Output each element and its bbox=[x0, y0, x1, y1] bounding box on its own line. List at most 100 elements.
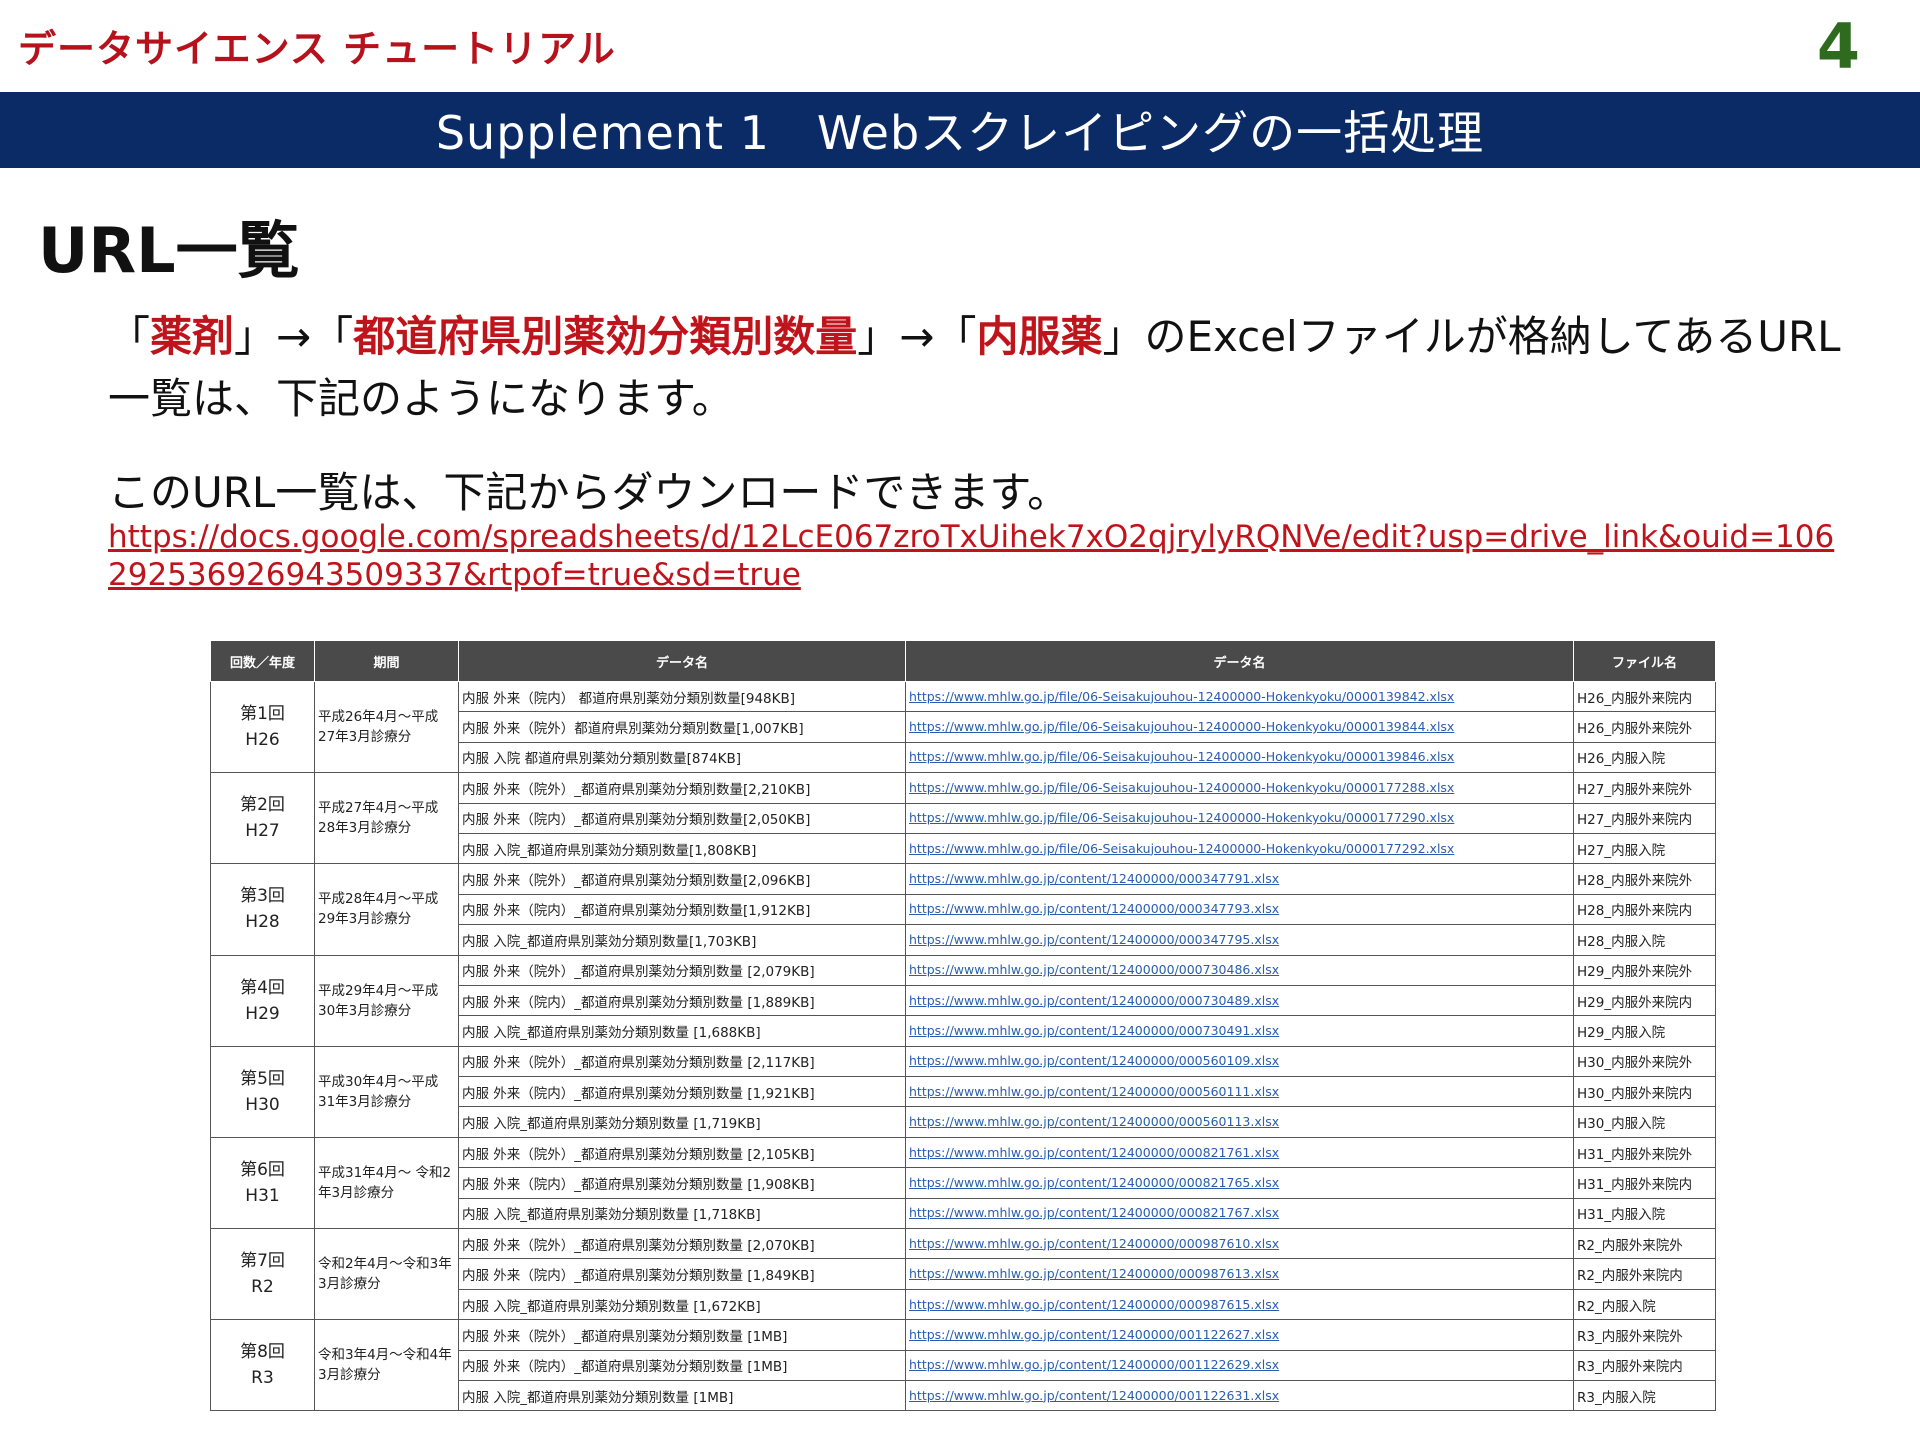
cell-data-name: 内服 外来（院外）_都道府県別薬効分類別数量[2,096KB] bbox=[458, 863, 906, 895]
download-link[interactable]: https://docs.google.com/spreadsheets/d/1… bbox=[108, 518, 1848, 594]
data-url-link[interactable]: https://www.mhlw.go.jp/file/06-Seisakujo… bbox=[909, 689, 1454, 704]
cell-data-name: 内服 外来（院外）_都道府県別薬効分類別数量 [2,079KB] bbox=[458, 954, 906, 986]
cell-file-name: H27_内服外来院内 bbox=[1573, 802, 1716, 834]
data-url-link[interactable]: https://www.mhlw.go.jp/content/12400000/… bbox=[909, 1053, 1279, 1068]
cell-period: 平成30年4月～平成31年3月診療分 bbox=[314, 1045, 459, 1138]
data-url-link[interactable]: https://www.mhlw.go.jp/file/06-Seisakujo… bbox=[909, 810, 1454, 825]
cell-file-name: H27_内服入院 bbox=[1573, 832, 1716, 865]
header-data-name: データ名 bbox=[458, 640, 906, 682]
cell-period: 平成27年4月～平成28年3月診療分 bbox=[314, 772, 459, 865]
data-url-link[interactable]: https://www.mhlw.go.jp/content/12400000/… bbox=[909, 932, 1279, 947]
round-label: 第3回 bbox=[240, 886, 285, 907]
cell-file-name: H26_内服外来院内 bbox=[1573, 680, 1716, 713]
cell-period: 平成28年4月～平成29年3月診療分 bbox=[314, 863, 459, 956]
cell-data-name: 内服 外来（院内）_都道府県別薬効分類別数量 [1,849KB] bbox=[458, 1258, 906, 1290]
url-table-container: 回数／年度 期間 データ名 データ名 ファイル名 第1回 H26 平成26年4月～平… bbox=[210, 640, 1716, 1412]
cell-file-name: H29_内服入院 bbox=[1573, 1015, 1716, 1047]
slide-banner: Supplement 1 Webスクレイピングの一括処理 bbox=[0, 92, 1920, 168]
cell-data-name: 内服 外来（院外）都道府県別薬効分類別数量[1,007KB] bbox=[458, 711, 906, 743]
cell-file-name: H26_内服外来院外 bbox=[1573, 711, 1716, 743]
round-label: 第5回 bbox=[240, 1068, 285, 1089]
cell-data-name: 内服 入院_都道府県別薬効分類別数量[1,808KB] bbox=[458, 832, 906, 865]
year-label: H31 bbox=[245, 1185, 280, 1206]
cell-data-name: 内服 外来（院内）_都道府県別薬効分類別数量[1,912KB] bbox=[458, 893, 906, 926]
data-url-link[interactable]: https://www.mhlw.go.jp/content/12400000/… bbox=[909, 1357, 1279, 1372]
year-label: H29 bbox=[245, 1003, 280, 1024]
cell-file-name: H28_内服外来院内 bbox=[1573, 893, 1716, 926]
cell-data-url: https://www.mhlw.go.jp/content/12400000/… bbox=[905, 1167, 1574, 1199]
cell-data-name: 内服 外来（院外）_都道府県別薬効分類別数量 [1MB] bbox=[458, 1319, 906, 1351]
cell-period: 令和3年4月～令和4年3月診療分 bbox=[314, 1319, 459, 1412]
table-body: 第1回 H26 平成26年4月～平成27年3月診療分 内服 外来（院内） 都道府県別薬… bbox=[210, 680, 1716, 1412]
year-label: H28 bbox=[245, 912, 280, 933]
cell-file-name: R3_内服入院 bbox=[1573, 1379, 1716, 1412]
data-url-link[interactable]: https://www.mhlw.go.jp/content/12400000/… bbox=[909, 1236, 1279, 1251]
cell-data-url: https://www.mhlw.go.jp/content/12400000/… bbox=[905, 1228, 1574, 1260]
cell-file-name: R2_内服外来院外 bbox=[1573, 1228, 1716, 1260]
data-url-link[interactable]: https://www.mhlw.go.jp/content/12400000/… bbox=[909, 1327, 1279, 1342]
year-label: R3 bbox=[251, 1368, 274, 1389]
round-label: 第8回 bbox=[240, 1342, 285, 1363]
table-row: 第2回 H27 平成27年4月～平成28年3月診療分 内服 外来（院外）_都道府県別薬… bbox=[210, 772, 1716, 865]
cell-file-name: H30_内服入院 bbox=[1573, 1106, 1716, 1138]
data-url-link[interactable]: https://www.mhlw.go.jp/content/12400000/… bbox=[909, 1084, 1279, 1099]
data-url-link[interactable]: https://www.mhlw.go.jp/content/12400000/… bbox=[909, 1145, 1279, 1160]
cell-data-name: 内服 外来（院内）_都道府県別薬効分類別数量 [1,908KB] bbox=[458, 1167, 906, 1199]
cell-data-name: 内服 入院_都道府県別薬効分類別数量 [1,718KB] bbox=[458, 1197, 906, 1230]
intro-bracket-3: 」→「 bbox=[857, 312, 977, 361]
cell-period: 令和2年4月～令和3年3月診療分 bbox=[314, 1228, 459, 1321]
data-url-link[interactable]: https://www.mhlw.go.jp/content/12400000/… bbox=[909, 1388, 1279, 1403]
cell-round: 第2回 H27 bbox=[210, 772, 315, 865]
cell-data-name: 内服 外来（院内）_都道府県別薬効分類別数量[2,050KB] bbox=[458, 802, 906, 834]
cell-data-name: 内服 入院_都道府県別薬効分類別数量 [1,672KB] bbox=[458, 1288, 906, 1321]
cell-data-url: https://www.mhlw.go.jp/content/12400000/… bbox=[905, 1197, 1574, 1230]
cell-data-url: https://www.mhlw.go.jp/file/06-Seisakujo… bbox=[905, 680, 1574, 713]
cell-data-url: https://www.mhlw.go.jp/content/12400000/… bbox=[905, 1319, 1574, 1351]
cell-data-url: https://www.mhlw.go.jp/content/12400000/… bbox=[905, 1106, 1574, 1138]
data-url-link[interactable]: https://www.mhlw.go.jp/file/06-Seisakujo… bbox=[909, 719, 1454, 734]
data-url-link[interactable]: https://www.mhlw.go.jp/content/12400000/… bbox=[909, 871, 1279, 886]
intro-bracket-2: 」→「 bbox=[234, 312, 354, 361]
cell-round: 第7回 R2 bbox=[210, 1228, 315, 1321]
cell-file-name: H31_内服外来院外 bbox=[1573, 1136, 1716, 1169]
data-url-link[interactable]: https://www.mhlw.go.jp/content/12400000/… bbox=[909, 1205, 1279, 1220]
cell-file-name: H31_内服入院 bbox=[1573, 1197, 1716, 1230]
intro-highlight-drug: 薬剤 bbox=[150, 312, 235, 361]
intro-highlight-category: 都道府県別薬効分類別数量 bbox=[353, 312, 858, 361]
cell-data-url: https://www.mhlw.go.jp/file/06-Seisakujo… bbox=[905, 772, 1574, 804]
cell-file-name: H27_内服外来院外 bbox=[1573, 772, 1716, 804]
intro-bracket-1: 「 bbox=[108, 312, 151, 361]
cell-round: 第1回 H26 bbox=[210, 680, 315, 774]
round-label: 第7回 bbox=[240, 1251, 285, 1272]
cell-data-url: https://www.mhlw.go.jp/content/12400000/… bbox=[905, 1045, 1574, 1078]
data-url-link[interactable]: https://www.mhlw.go.jp/content/12400000/… bbox=[909, 962, 1279, 977]
cell-data-name: 内服 入院_都道府県別薬効分類別数量[1,703KB] bbox=[458, 924, 906, 956]
banner-title: Supplement 1 Webスクレイピングの一括処理 bbox=[435, 106, 1485, 160]
cell-file-name: R3_内服外来院外 bbox=[1573, 1319, 1716, 1351]
cell-data-url: https://www.mhlw.go.jp/content/12400000/… bbox=[905, 984, 1574, 1017]
data-url-link[interactable]: https://www.mhlw.go.jp/content/12400000/… bbox=[909, 993, 1279, 1008]
year-label: R2 bbox=[251, 1277, 274, 1298]
data-url-link[interactable]: https://www.mhlw.go.jp/content/12400000/… bbox=[909, 1114, 1279, 1129]
cell-file-name: R2_内服入院 bbox=[1573, 1288, 1716, 1321]
data-url-link[interactable]: https://www.mhlw.go.jp/content/12400000/… bbox=[909, 901, 1279, 916]
cell-data-name: 内服 入院 都道府県別薬効分類別数量[874KB] bbox=[458, 741, 906, 774]
url-table: 回数／年度 期間 データ名 データ名 ファイル名 第1回 H26 平成26年4月～平… bbox=[210, 640, 1716, 1412]
cell-data-url: https://www.mhlw.go.jp/content/12400000/… bbox=[905, 1136, 1574, 1169]
data-url-link[interactable]: https://www.mhlw.go.jp/content/12400000/… bbox=[909, 1297, 1279, 1312]
page-number: 4 bbox=[1816, 10, 1860, 83]
data-url-link[interactable]: https://www.mhlw.go.jp/content/12400000/… bbox=[909, 1023, 1279, 1038]
data-url-link[interactable]: https://www.mhlw.go.jp/file/06-Seisakujo… bbox=[909, 780, 1454, 795]
table-row: 第7回 R2 令和2年4月～令和3年3月診療分 内服 外来（院外）_都道府県別薬効分類… bbox=[210, 1228, 1716, 1321]
cell-data-url: https://www.mhlw.go.jp/content/12400000/… bbox=[905, 1258, 1574, 1290]
cell-file-name: H30_内服外来院内 bbox=[1573, 1076, 1716, 1108]
data-url-link[interactable]: https://www.mhlw.go.jp/file/06-Seisakujo… bbox=[909, 841, 1454, 856]
round-label: 第6回 bbox=[240, 1159, 285, 1180]
data-url-link[interactable]: https://www.mhlw.go.jp/content/12400000/… bbox=[909, 1175, 1279, 1190]
data-url-link[interactable]: https://www.mhlw.go.jp/file/06-Seisakujo… bbox=[909, 749, 1454, 764]
header-data-url: データ名 bbox=[905, 640, 1574, 682]
section-title: URL一覧 bbox=[38, 214, 300, 287]
round-label: 第2回 bbox=[240, 795, 285, 816]
cell-data-url: https://www.mhlw.go.jp/content/12400000/… bbox=[905, 1349, 1574, 1381]
data-url-link[interactable]: https://www.mhlw.go.jp/content/12400000/… bbox=[909, 1266, 1279, 1281]
